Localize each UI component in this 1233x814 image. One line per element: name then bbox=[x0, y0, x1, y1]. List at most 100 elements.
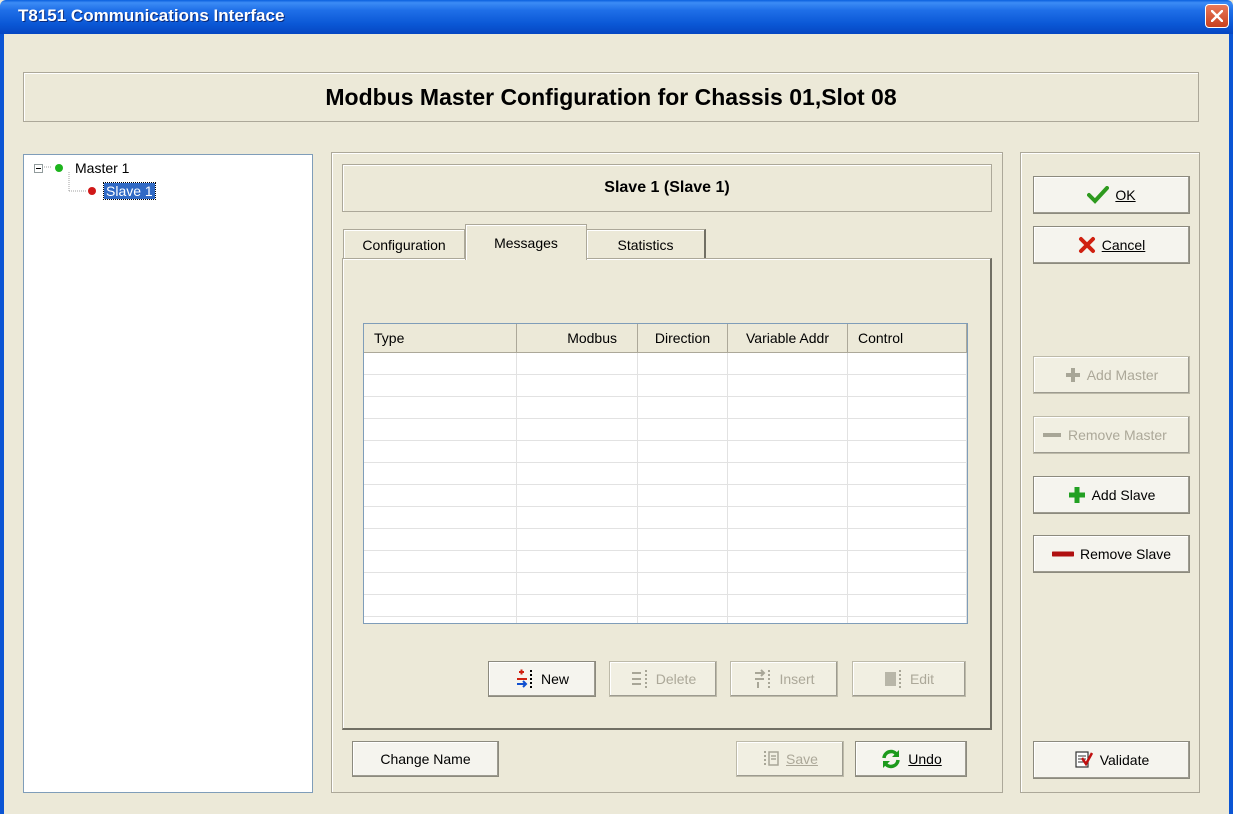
new-message-button[interactable]: New bbox=[488, 661, 596, 697]
table-cell[interactable] bbox=[728, 507, 848, 528]
table-row[interactable] bbox=[364, 507, 967, 529]
table-cell[interactable] bbox=[848, 485, 967, 506]
column-header-direction[interactable]: Direction bbox=[638, 324, 728, 352]
table-row[interactable] bbox=[364, 529, 967, 551]
table-cell[interactable] bbox=[517, 397, 638, 418]
tree-item-slave-1[interactable]: Slave 1 bbox=[88, 182, 156, 200]
table-cell[interactable] bbox=[728, 617, 848, 623]
column-header-type[interactable]: Type bbox=[364, 324, 517, 352]
table-row[interactable] bbox=[364, 595, 967, 617]
table-cell[interactable] bbox=[848, 353, 967, 374]
table-cell[interactable] bbox=[638, 419, 728, 440]
table-cell[interactable] bbox=[364, 375, 517, 396]
table-cell[interactable] bbox=[517, 485, 638, 506]
tree-item-master-1[interactable]: Master 1 bbox=[34, 160, 129, 176]
table-cell[interactable] bbox=[638, 463, 728, 484]
table-cell[interactable] bbox=[638, 375, 728, 396]
tab-statistics[interactable]: Statistics bbox=[586, 229, 706, 259]
insert-message-button[interactable]: Insert bbox=[730, 661, 838, 697]
table-cell[interactable] bbox=[364, 397, 517, 418]
table-cell[interactable] bbox=[728, 375, 848, 396]
table-cell[interactable] bbox=[364, 353, 517, 374]
table-body[interactable] bbox=[364, 353, 967, 623]
table-cell[interactable] bbox=[848, 397, 967, 418]
add-slave-button[interactable]: Add Slave bbox=[1033, 476, 1190, 514]
table-cell[interactable] bbox=[728, 595, 848, 616]
table-cell[interactable] bbox=[364, 485, 517, 506]
delete-message-button[interactable]: Delete bbox=[609, 661, 717, 697]
table-cell[interactable] bbox=[364, 573, 517, 594]
table-cell[interactable] bbox=[364, 595, 517, 616]
table-cell[interactable] bbox=[728, 529, 848, 550]
remove-master-button[interactable]: Remove Master bbox=[1033, 416, 1190, 454]
table-cell[interactable] bbox=[848, 375, 967, 396]
table-cell[interactable] bbox=[364, 463, 517, 484]
table-cell[interactable] bbox=[638, 551, 728, 572]
table-row[interactable] bbox=[364, 463, 967, 485]
table-cell[interactable] bbox=[728, 441, 848, 462]
edit-message-button[interactable]: Edit bbox=[852, 661, 966, 697]
messages-table[interactable]: Type Modbus Direction Variable Addr Cont… bbox=[363, 323, 968, 624]
table-cell[interactable] bbox=[364, 529, 517, 550]
cancel-button[interactable]: Cancel bbox=[1033, 226, 1190, 264]
table-cell[interactable] bbox=[364, 617, 517, 623]
table-row[interactable] bbox=[364, 573, 967, 595]
collapse-icon[interactable] bbox=[34, 163, 43, 173]
table-cell[interactable] bbox=[638, 485, 728, 506]
table-cell[interactable] bbox=[638, 353, 728, 374]
table-cell[interactable] bbox=[848, 463, 967, 484]
table-cell[interactable] bbox=[517, 375, 638, 396]
ok-button[interactable]: OK bbox=[1033, 176, 1190, 214]
table-cell[interactable] bbox=[728, 485, 848, 506]
table-cell[interactable] bbox=[638, 617, 728, 623]
table-cell[interactable] bbox=[848, 529, 967, 550]
table-row[interactable] bbox=[364, 397, 967, 419]
table-row[interactable] bbox=[364, 441, 967, 463]
add-master-button[interactable]: Add Master bbox=[1033, 356, 1190, 394]
table-cell[interactable] bbox=[728, 551, 848, 572]
column-header-control[interactable]: Control bbox=[848, 324, 967, 352]
close-button[interactable] bbox=[1205, 4, 1229, 28]
table-row[interactable] bbox=[364, 419, 967, 441]
change-name-button[interactable]: Change Name bbox=[352, 741, 499, 777]
table-cell[interactable] bbox=[517, 419, 638, 440]
validate-button[interactable]: Validate bbox=[1033, 741, 1190, 779]
table-row[interactable] bbox=[364, 375, 967, 397]
table-cell[interactable] bbox=[728, 397, 848, 418]
table-cell[interactable] bbox=[638, 507, 728, 528]
table-cell[interactable] bbox=[638, 595, 728, 616]
table-row[interactable] bbox=[364, 485, 967, 507]
table-cell[interactable] bbox=[517, 441, 638, 462]
tab-messages[interactable]: Messages bbox=[465, 224, 587, 260]
table-cell[interactable] bbox=[848, 419, 967, 440]
table-cell[interactable] bbox=[638, 573, 728, 594]
table-cell[interactable] bbox=[728, 463, 848, 484]
table-cell[interactable] bbox=[848, 441, 967, 462]
table-cell[interactable] bbox=[517, 595, 638, 616]
table-cell[interactable] bbox=[728, 353, 848, 374]
table-cell[interactable] bbox=[638, 441, 728, 462]
table-cell[interactable] bbox=[638, 397, 728, 418]
table-cell[interactable] bbox=[638, 529, 728, 550]
table-cell[interactable] bbox=[848, 551, 967, 572]
table-row[interactable] bbox=[364, 353, 967, 375]
table-cell[interactable] bbox=[517, 353, 638, 374]
table-cell[interactable] bbox=[364, 419, 517, 440]
table-cell[interactable] bbox=[364, 441, 517, 462]
table-cell[interactable] bbox=[517, 507, 638, 528]
undo-button[interactable]: Undo bbox=[855, 741, 967, 777]
title-bar[interactable]: T8151 Communications Interface bbox=[0, 0, 1233, 34]
table-row[interactable] bbox=[364, 617, 967, 623]
table-row[interactable] bbox=[364, 551, 967, 573]
table-cell[interactable] bbox=[364, 507, 517, 528]
column-header-variable-addr[interactable]: Variable Addr bbox=[728, 324, 848, 352]
table-cell[interactable] bbox=[517, 529, 638, 550]
table-cell[interactable] bbox=[364, 551, 517, 572]
column-header-modbus[interactable]: Modbus bbox=[517, 324, 638, 352]
table-cell[interactable] bbox=[848, 573, 967, 594]
table-cell[interactable] bbox=[728, 573, 848, 594]
table-cell[interactable] bbox=[517, 617, 638, 623]
tab-configuration[interactable]: Configuration bbox=[343, 229, 465, 259]
tree-view[interactable]: Master 1 Slave 1 bbox=[23, 154, 313, 793]
table-cell[interactable] bbox=[848, 507, 967, 528]
